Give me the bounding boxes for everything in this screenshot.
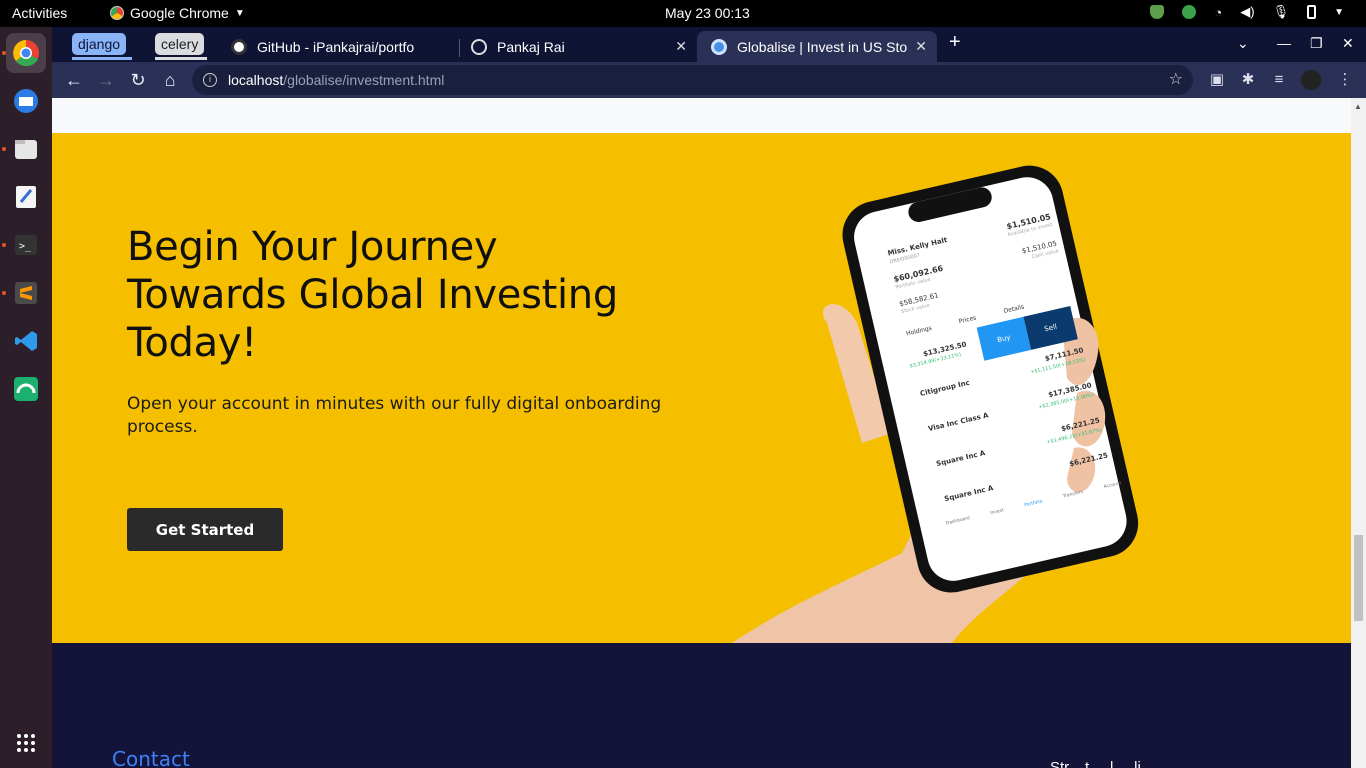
- phone-nav-item: Account: [1103, 481, 1123, 491]
- phone-nav-item: Invest: [989, 508, 1005, 517]
- url-path: /globalise/investment.html: [283, 72, 445, 88]
- files-icon[interactable]: [6, 129, 46, 169]
- phone-tab-details: Details: [1002, 303, 1025, 315]
- url-host: localhost: [228, 72, 284, 88]
- phone-row-name: Citigroup Inc: [919, 378, 971, 398]
- maximize-button[interactable]: ❐: [1310, 35, 1323, 52]
- wifi-icon[interactable]: ◔: [1214, 5, 1222, 20]
- close-icon[interactable]: ✕: [915, 38, 927, 55]
- get-started-button[interactable]: Get Started: [127, 508, 283, 551]
- thunderbird-icon[interactable]: [6, 81, 46, 121]
- footer-trailing-text: Str... t ... l ... li ... ... ... ... ..…: [1050, 759, 1291, 768]
- app-menu[interactable]: Google Chrome ▼: [110, 5, 245, 21]
- tab-title: Globalise | Invest in US Sto: [737, 38, 908, 55]
- app-grid-icon[interactable]: [6, 723, 46, 763]
- tab-search-icon[interactable]: ⌄: [1237, 35, 1249, 52]
- bookmark-star-icon[interactable]: ☆: [1169, 65, 1183, 95]
- terminal-icon[interactable]: >_: [6, 225, 46, 265]
- text-editor-icon[interactable]: [6, 177, 46, 217]
- page-scrollbar[interactable]: ▲: [1351, 98, 1366, 768]
- phone-row-name: Visa Inc Class A: [927, 411, 990, 433]
- phone-nav-item: Dashboard: [945, 516, 971, 527]
- puzzle-icon[interactable]: ✱: [1238, 70, 1258, 90]
- activities-button[interactable]: Activities: [12, 5, 67, 21]
- hero-subtext: Open your account in minutes with our fu…: [127, 394, 662, 437]
- chevron-down-icon[interactable]: ▼: [1334, 7, 1344, 18]
- svg-text:>_: >_: [19, 241, 32, 252]
- phone-sell-button: Sell: [1023, 305, 1078, 350]
- hero-heading: Begin Your Journey Towards Global Invest…: [127, 223, 687, 367]
- sublime-icon[interactable]: [6, 273, 46, 313]
- chrome-small-icon: [110, 6, 124, 20]
- dock: >_: [0, 27, 52, 768]
- globe-icon: [471, 38, 487, 55]
- phone-nav-item: Portfolio: [1023, 499, 1044, 509]
- vscode-icon[interactable]: [6, 321, 46, 361]
- hero-heading-line: Towards Global Investing: [127, 272, 618, 318]
- volume-icon[interactable]: ◀): [1240, 4, 1254, 20]
- hero-section: Begin Your Journey Towards Global Invest…: [52, 133, 1351, 643]
- battery-icon[interactable]: [1307, 5, 1317, 19]
- phone-nav-item: Transfers: [1062, 489, 1084, 500]
- scrollbar-thumb[interactable]: [1354, 535, 1363, 621]
- minimize-button[interactable]: —: [1277, 35, 1291, 51]
- avatar[interactable]: [1301, 70, 1321, 90]
- update-icon[interactable]: [1182, 5, 1197, 19]
- tab-title: GitHub - iPankajrai/portfo: [257, 38, 415, 55]
- tab-title: Pankaj Rai: [497, 38, 565, 55]
- hero-heading-line: Begin Your Journey: [127, 224, 498, 270]
- contact-heading: Contact: [112, 747, 190, 768]
- microphone-icon[interactable]: 🎙: [1273, 4, 1290, 20]
- media-control-icon[interactable]: ≡: [1269, 70, 1289, 90]
- footer: Contact Str... t ... l ... li ... ... ..…: [52, 643, 1351, 768]
- app-menu-label: Google Chrome: [130, 5, 229, 21]
- app-icon[interactable]: [6, 369, 46, 409]
- info-icon[interactable]: i: [203, 73, 217, 87]
- back-button[interactable]: ←: [62, 68, 86, 92]
- globalise-favicon-icon: [711, 38, 727, 55]
- tab-group-celery[interactable]: celery: [155, 33, 205, 55]
- menu-kebab-icon[interactable]: ⋮: [1335, 70, 1355, 90]
- chevron-down-icon: ▼: [234, 7, 245, 19]
- hero-heading-line: Today!: [127, 320, 257, 366]
- tab-globalise[interactable]: Globalise | Invest in US Sto ✕: [697, 31, 937, 62]
- system-tray[interactable]: ◔ ◀) 🎙 ▼: [1150, 4, 1344, 20]
- phone-row-value: $6,221.25: [1068, 451, 1109, 469]
- browser-toolbar: ← → ↻ ⌂ i localhost/globalise/investment…: [52, 62, 1366, 98]
- phone-illustration: Miss. Kelly Halt DREI000007 $60,092.66 P…: [732, 133, 1152, 643]
- scroll-up-arrow-icon[interactable]: ▲: [1354, 102, 1362, 111]
- tab-group-django[interactable]: django: [72, 33, 127, 55]
- tab-github[interactable]: GitHub - iPankajrai/portfo: [217, 31, 457, 62]
- tab-strip: django celery GitHub - iPankajrai/portfo…: [52, 27, 1366, 62]
- tab-group-underline: [72, 57, 132, 60]
- system-top-bar: Activities Google Chrome ▼ May 23 00:13 …: [0, 0, 1366, 27]
- phone-row-name: Square Inc A: [935, 449, 986, 469]
- phone-row-name: Square Inc A: [943, 484, 995, 504]
- close-window-button[interactable]: ✕: [1342, 35, 1354, 52]
- chrome-icon[interactable]: [6, 33, 46, 73]
- clock[interactable]: May 23 00:13: [665, 5, 750, 21]
- tab-pankaj-rai[interactable]: Pankaj Rai ✕: [457, 31, 697, 62]
- github-icon: [231, 38, 247, 55]
- phone-tab-holdings: Holdings: [905, 324, 933, 338]
- tab-group-underline: [155, 57, 207, 60]
- phone-buy-button: Buy: [976, 316, 1032, 361]
- reload-button[interactable]: ↻: [126, 68, 150, 92]
- forward-button[interactable]: →: [94, 68, 118, 92]
- shield-icon[interactable]: [1150, 5, 1165, 19]
- address-bar[interactable]: i localhost/globalise/investment.html ☆: [192, 65, 1193, 95]
- phone-tab-prices: Prices: [958, 314, 978, 326]
- close-icon[interactable]: ✕: [675, 38, 687, 55]
- web-page: Begin Your Journey Towards Global Invest…: [52, 98, 1351, 768]
- home-button[interactable]: ⌂: [158, 68, 182, 92]
- extension-icon[interactable]: ▣: [1207, 70, 1227, 90]
- new-tab-button[interactable]: +: [949, 31, 961, 54]
